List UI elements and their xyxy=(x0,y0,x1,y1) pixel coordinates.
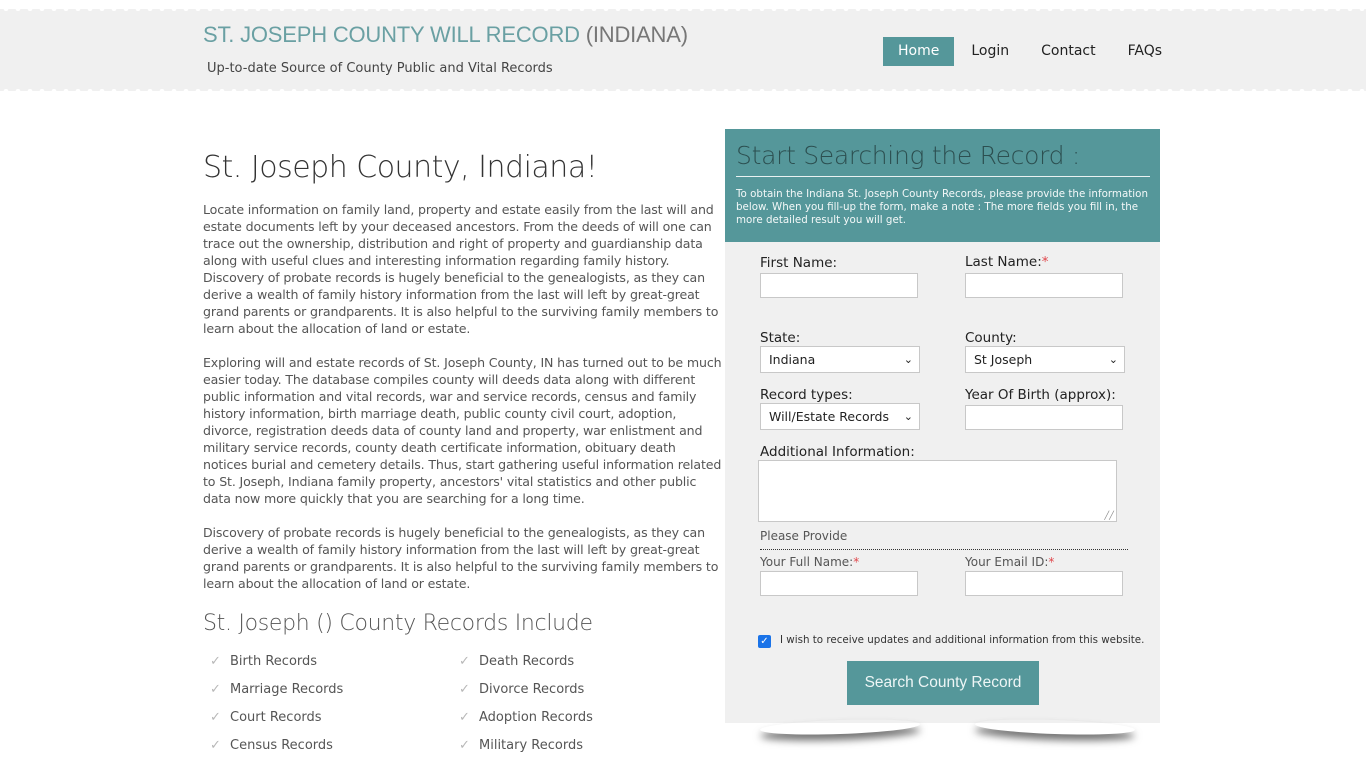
first-name-label: First Name: xyxy=(760,255,837,271)
record-types-value: Will/Estate Records xyxy=(769,409,889,424)
additional-info-textarea[interactable]: ╱╱ xyxy=(758,460,1117,522)
state-label: State: xyxy=(760,330,801,346)
record-item: ✓ Divorce Records xyxy=(459,680,584,700)
email-input[interactable] xyxy=(965,571,1123,596)
record-item: ✓ Census Records xyxy=(210,736,333,756)
required-mark: * xyxy=(1048,555,1055,569)
label-text: Your Full Name: xyxy=(760,555,854,569)
explore-paragraph: Exploring will and estate records of St.… xyxy=(203,355,722,506)
record-label: Military Records xyxy=(479,738,583,753)
main-nav: Home Login Contact FAQs xyxy=(883,37,1179,66)
check-icon: ✓ xyxy=(459,682,470,697)
record-item: ✓ Marriage Records xyxy=(210,680,343,700)
record-item: ✓ Military Records xyxy=(459,736,583,756)
state-select[interactable]: Indiana ⌄ xyxy=(760,346,920,373)
please-provide-label: Please Provide xyxy=(760,529,848,543)
check-icon: ✓ xyxy=(210,654,221,669)
check-icon: ✓ xyxy=(459,710,470,725)
form-title: Start Searching the Record : xyxy=(736,141,1150,177)
additional-info-label: Additional Information: xyxy=(760,444,915,460)
nav-home[interactable]: Home xyxy=(883,37,955,66)
record-label: Marriage Records xyxy=(230,682,344,697)
county-select[interactable]: St Joseph ⌄ xyxy=(965,346,1125,373)
chevron-down-icon: ⌄ xyxy=(1108,353,1118,366)
form-description: To obtain the Indiana St. Joseph County … xyxy=(736,188,1148,226)
check-icon: ✓ xyxy=(210,682,221,697)
site-title-main[interactable]: ST. JOSEPH COUNTY WILL RECORD xyxy=(203,22,580,47)
first-name-input[interactable] xyxy=(760,273,918,298)
record-label: Court Records xyxy=(230,710,322,725)
section-divider xyxy=(760,549,1128,550)
year-of-birth-label: Year Of Birth (approx): xyxy=(965,387,1116,403)
nav-faqs[interactable]: FAQs xyxy=(1113,37,1177,66)
search-county-record-button[interactable]: Search County Record xyxy=(847,661,1039,705)
checkmark-icon: ✓ xyxy=(760,636,769,647)
chevron-down-icon: ⌄ xyxy=(903,353,913,366)
check-icon: ✓ xyxy=(459,738,470,753)
full-name-label: Your Full Name:* xyxy=(760,555,859,569)
form-header: Start Searching the Record : To obtain t… xyxy=(725,129,1160,242)
chevron-down-icon: ⌄ xyxy=(903,410,913,423)
panel-shadow xyxy=(750,720,1145,742)
record-label: Divorce Records xyxy=(479,682,585,697)
check-icon: ✓ xyxy=(459,654,470,669)
nav-contact[interactable]: Contact xyxy=(1026,37,1110,66)
site-title-suffix[interactable]: (INDIANA) xyxy=(580,22,688,47)
updates-label[interactable]: I wish to receive updates and additional… xyxy=(780,634,1144,646)
check-icon: ✓ xyxy=(210,710,221,725)
page-title: St. Joseph County, Indiana! xyxy=(203,150,598,185)
record-item: ✓ Court Records xyxy=(210,708,322,728)
full-name-input[interactable] xyxy=(760,571,918,596)
probate-paragraph: Discovery of probate records is hugely b… xyxy=(203,525,719,591)
intro-paragraph: Locate information on family land, prope… xyxy=(203,202,719,336)
updates-checkbox[interactable]: ✓ xyxy=(758,635,771,648)
site-title[interactable]: ST. JOSEPH COUNTY WILL RECORD (INDIANA) xyxy=(203,22,688,48)
last-name-label: Last Name:* xyxy=(965,254,1049,270)
nav-login[interactable]: Login xyxy=(956,37,1024,66)
county-value: St Joseph xyxy=(974,352,1033,367)
record-label: Death Records xyxy=(479,654,575,669)
label-text: Last Name: xyxy=(965,254,1042,270)
label-text: Your Email ID: xyxy=(965,555,1049,569)
record-label: Adoption Records xyxy=(479,710,593,725)
required-mark: * xyxy=(1041,254,1049,270)
county-label: County: xyxy=(965,330,1017,346)
record-label: Census Records xyxy=(230,738,333,753)
record-item: ✓ Adoption Records xyxy=(459,708,593,728)
record-types-select[interactable]: Will/Estate Records ⌄ xyxy=(760,403,920,430)
year-of-birth-input[interactable] xyxy=(965,405,1123,430)
resize-grip-icon[interactable]: ╱╱ xyxy=(1104,511,1114,520)
email-label: Your Email ID:* xyxy=(965,555,1054,569)
site-tagline: Up-to-date Source of County Public and V… xyxy=(207,61,553,76)
last-name-input[interactable] xyxy=(965,273,1123,298)
required-mark: * xyxy=(853,555,860,569)
record-item: ✓ Birth Records xyxy=(210,652,317,672)
record-label: Birth Records xyxy=(230,654,318,669)
check-icon: ✓ xyxy=(210,738,221,753)
record-types-label: Record types: xyxy=(760,387,853,403)
records-heading: St. Joseph () County Records Include xyxy=(203,611,593,636)
label-text: First Name: xyxy=(760,255,838,271)
state-value: Indiana xyxy=(769,352,816,367)
record-item: ✓ Death Records xyxy=(459,652,574,672)
